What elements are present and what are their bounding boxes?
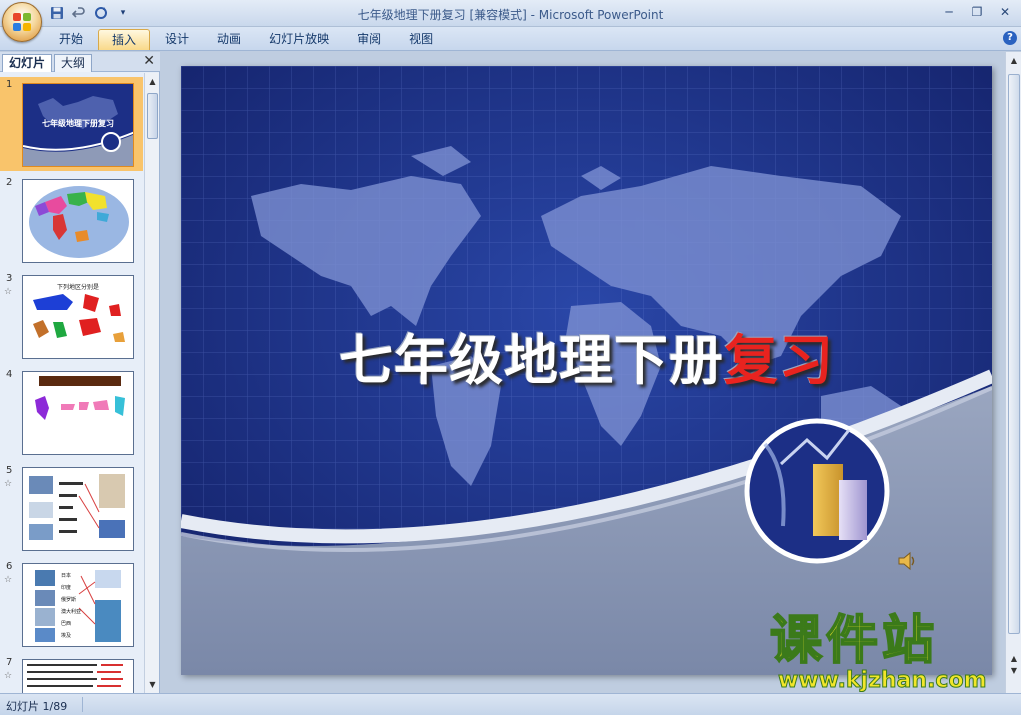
tab-slides[interactable]: 幻灯片 [2, 54, 53, 72]
scroll-up-icon[interactable]: ▲ [1008, 56, 1020, 65]
tab-insert[interactable]: 插入 [98, 29, 151, 50]
status-separator [82, 697, 83, 712]
tab-review[interactable]: 审阅 [344, 29, 394, 50]
scroll-down-icon[interactable]: ▼ [147, 679, 158, 690]
scroll-thumb[interactable] [147, 93, 158, 139]
slide-thumb-image: 七年级地理下册复习 [22, 83, 134, 167]
maximize-button[interactable]: ❐ [965, 3, 989, 21]
slide-editor: 七年级地理下册复习 ▲ ▲ ▼ 课件站 www.kjzhan.com [161, 52, 1021, 694]
animation-star-icon: ☆ [4, 671, 13, 681]
tab-outline[interactable]: 大纲 [54, 54, 93, 72]
scroll-thumb[interactable] [1008, 74, 1020, 634]
thumb-label: 印度 [61, 585, 72, 591]
slide-thumb-image [22, 659, 134, 693]
thumb-label: 巴西 [61, 621, 72, 627]
tab-animations[interactable]: 动画 [204, 29, 254, 50]
window-title: 七年级地理下册复习 [兼容模式] - Microsoft PowerPoint [357, 8, 664, 22]
pane-tabs: 幻灯片 大纲 ✕ [0, 52, 160, 72]
slide-thumb-6[interactable]: 6 ☆ 日本 印度 俄罗斯 澳大利亚 巴西 埃及 [0, 559, 143, 651]
slide-thumb-caption: 七年级地理下册复习 [42, 119, 114, 128]
slide-thumb-2[interactable]: 2 [0, 175, 143, 267]
slide-indicator: 幻灯片 1/89 [6, 700, 68, 713]
slide-title-highlight: 复习 [724, 329, 834, 392]
slide-thumb-image: 日本 印度 俄罗斯 澳大利亚 巴西 埃及 [22, 563, 134, 647]
thumb-label: 澳大利亚 [61, 609, 82, 615]
slide-number: 7 [6, 657, 13, 668]
slide-number: 1 [6, 79, 13, 90]
slide-thumb-5[interactable]: 5 ☆ [0, 463, 143, 555]
slide-thumb-image [22, 371, 134, 455]
powerpoint-window: ▾ 七年级地理下册复习 [兼容模式] - Microsoft PowerPoin… [0, 0, 1021, 715]
thumb-label: 埃及 [61, 633, 72, 639]
slide-title[interactable]: 七年级地理下册复习 [181, 316, 992, 395]
animation-star-icon: ☆ [4, 287, 13, 297]
office-logo-icon [13, 13, 32, 32]
slides-pane: 幻灯片 大纲 ✕ 1 七年级地理下册复习 2 3 ☆ 下列地区分别是 4 5 ☆… [0, 52, 160, 693]
watermark-brand: 课件站 [769, 611, 939, 671]
close-button[interactable]: ✕ [993, 3, 1017, 21]
current-slide[interactable]: 七年级地理下册复习 [181, 66, 992, 675]
tab-home[interactable]: 开始 [46, 29, 96, 50]
slide-thumb-4[interactable]: 4 [0, 367, 143, 459]
editor-scrollbar[interactable]: ▲ ▲ ▼ [1005, 52, 1021, 693]
slide-thumb-labels: 日本 印度 俄罗斯 澳大利亚 巴西 埃及 [61, 570, 81, 642]
slide-number: 5 [6, 465, 13, 476]
slide-thumb-1[interactable]: 1 七年级地理下册复习 [0, 77, 143, 171]
slide-thumb-caption: 下列地区分别是 [56, 284, 99, 291]
close-pane-icon[interactable]: ✕ [143, 53, 155, 69]
slide-thumb-image [22, 179, 134, 263]
chart-medallion-icon [744, 418, 890, 564]
tab-slideshow[interactable]: 幻灯片放映 [256, 29, 342, 50]
slide-thumb-image [22, 467, 134, 551]
minimize-button[interactable]: ─ [937, 3, 961, 21]
speaker-icon[interactable] [897, 550, 919, 572]
animation-star-icon: ☆ [4, 479, 13, 489]
thumb-label: 俄罗斯 [61, 597, 77, 603]
slide-number: 6 [6, 561, 13, 572]
slide-thumb-3[interactable]: 3 ☆ 下列地区分别是 [0, 271, 143, 363]
slide-title-main: 七年级地理下册 [339, 329, 724, 392]
office-button[interactable] [2, 2, 42, 42]
watermark: 课件站 www.kjzhan.com [769, 611, 1010, 694]
ribbon: 开始 插入 设计 动画 幻灯片放映 审阅 视图 ? [0, 27, 1021, 51]
slide-thumbnails: 1 七年级地理下册复习 2 3 ☆ 下列地区分别是 4 5 ☆ 6 ☆ 日本 印… [0, 73, 143, 693]
window-controls: ─ ❐ ✕ [937, 3, 1017, 21]
slide-thumb-image: 下列地区分别是 [22, 275, 134, 359]
status-bar: 幻灯片 1/89 [0, 693, 1021, 715]
thumbnails-scrollbar[interactable]: ▲ ▼ [144, 73, 159, 693]
slide-number: 2 [6, 177, 13, 188]
slide-number: 3 [6, 273, 13, 284]
ribbon-tabs: 开始 插入 设计 动画 幻灯片放映 审阅 视图 [46, 29, 448, 50]
watermark-url: www.kjzhan.com [778, 668, 988, 694]
tab-design[interactable]: 设计 [152, 29, 202, 50]
animation-star-icon: ☆ [4, 575, 13, 585]
thumb-label: 日本 [61, 573, 72, 579]
title-bar: ▾ 七年级地理下册复习 [兼容模式] - Microsoft PowerPoin… [0, 0, 1021, 42]
tab-view[interactable]: 视图 [396, 29, 446, 50]
slide-number: 4 [6, 369, 13, 380]
help-icon[interactable]: ? [1003, 31, 1017, 45]
scroll-up-icon[interactable]: ▲ [147, 76, 158, 87]
slide-thumb-7[interactable]: 7 ☆ [0, 655, 143, 693]
